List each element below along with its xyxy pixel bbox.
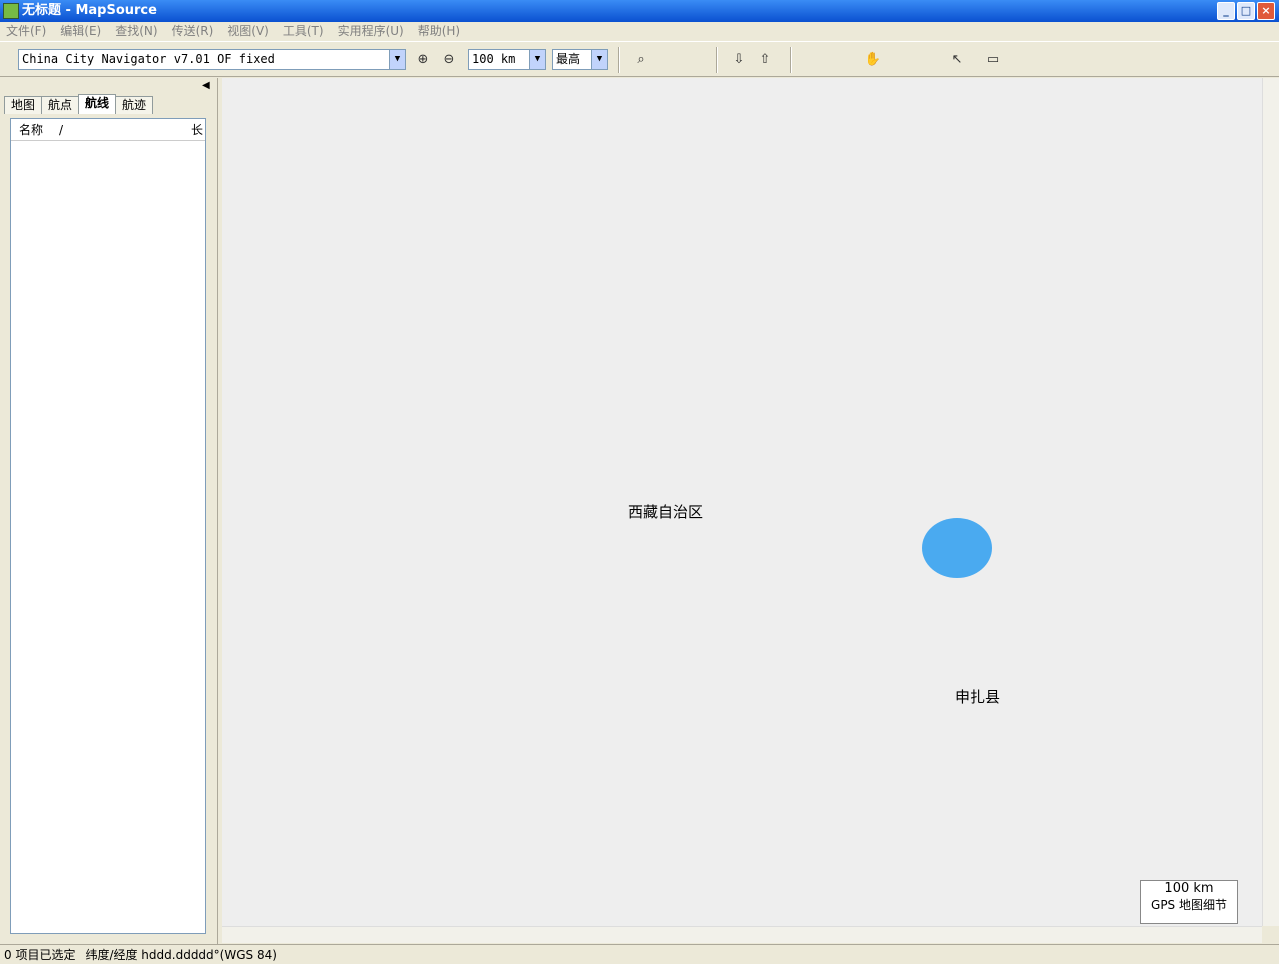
status-coords: 纬度/经度 hddd.ddddd°(WGS 84) — [85, 948, 277, 962]
window-title: 无标题 - MapSource — [22, 3, 157, 18]
close-button[interactable]: × — [1257, 2, 1275, 20]
scale-box: 100 km GPS 地图细节 — [1140, 880, 1238, 924]
column-length[interactable]: 长 — [191, 119, 203, 141]
selection-tool-icon[interactable]: ↖ — [948, 52, 966, 68]
column-name[interactable]: 名称 — [19, 123, 43, 137]
route-list[interactable]: 名称 / 长 — [10, 118, 206, 934]
scale-text: 100 km — [1164, 881, 1214, 896]
left-panel: ◀ 地图 航点 航线 航迹 名称 / 长 MOTOF.net — [0, 78, 218, 944]
zoom-in-icon[interactable]: ⊕ — [414, 52, 432, 68]
detail-value: 最高 — [556, 52, 581, 66]
maximize-button[interactable]: □ — [1237, 2, 1255, 20]
status-selected: 0 项目已选定 — [4, 948, 76, 962]
list-header: 名称 / 长 — [11, 119, 205, 141]
map-label: 西藏自治区 — [628, 503, 704, 521]
map-view[interactable]: 西藏自治区 申扎县 100 km GPS 地图细节 — [222, 78, 1262, 926]
chevron-down-icon: ▼ — [591, 50, 607, 69]
horizontal-scrollbar[interactable] — [222, 926, 1262, 943]
tab-waypoints[interactable]: 航点 — [41, 96, 80, 114]
zoom-value: 100 km — [472, 52, 516, 66]
receive-from-device-icon[interactable]: ⇩ — [730, 52, 748, 68]
map-product-select[interactable]: China City Navigator v7.01 OF fixed ▼ — [18, 49, 406, 70]
hand-tool-icon[interactable]: ✋ — [864, 52, 882, 68]
chevron-down-icon: ▼ — [529, 50, 545, 69]
collapse-panel-icon[interactable]: ◀ — [202, 80, 210, 91]
toolbar-separator — [618, 47, 620, 73]
tab-maps[interactable]: 地图 — [4, 96, 43, 114]
panel-tabs: 地图 航点 航线 航迹 — [4, 94, 154, 114]
menu-file[interactable]: 文件(F) — [6, 22, 46, 41]
menu-find[interactable]: 查找(N) — [115, 22, 157, 41]
send-to-device-icon[interactable]: ⇧ — [756, 52, 774, 68]
app-icon — [3, 3, 19, 19]
vertical-scrollbar[interactable] — [1262, 78, 1279, 926]
minimize-button[interactable]: _ — [1217, 2, 1235, 20]
menu-help[interactable]: 帮助(H) — [418, 22, 460, 41]
map-label: 申扎县 — [955, 688, 1001, 706]
menu-view[interactable]: 视图(V) — [227, 22, 269, 41]
toolbar-separator — [716, 47, 718, 73]
menu-bar: 文件(F) 编辑(E) 查找(N) 传送(R) 视图(V) 工具(T) 实用程序… — [0, 22, 1279, 41]
tab-tracks[interactable]: 航迹 — [115, 96, 154, 114]
menu-tools[interactable]: 工具(T) — [283, 22, 324, 41]
title-bar: 无标题 - MapSource _ □ × — [0, 0, 1279, 22]
zoom-select[interactable]: 100 km ▼ — [468, 49, 546, 70]
menu-transfer[interactable]: 传送(R) — [172, 22, 214, 41]
menu-utilities[interactable]: 实用程序(U) — [338, 22, 404, 41]
map-product-value: China City Navigator v7.01 OF fixed — [22, 52, 275, 66]
map-detail-text: GPS 地图细节 — [1151, 898, 1227, 912]
status-bar: 0 项目已选定 纬度/经度 hddd.ddddd°(WGS 84) — [0, 944, 1279, 964]
zoom-out-icon[interactable]: ⊖ — [440, 52, 458, 68]
measure-tool-icon[interactable]: ▭ — [984, 52, 1002, 68]
chevron-down-icon: ▼ — [389, 50, 405, 69]
toolbar: China City Navigator v7.01 OF fixed ▼ ⊕ … — [0, 41, 1279, 77]
detail-select[interactable]: 最高 ▼ — [552, 49, 608, 70]
menu-edit[interactable]: 编辑(E) — [60, 22, 101, 41]
toolbar-separator — [790, 47, 792, 73]
sort-indicator: / — [59, 123, 64, 137]
find-icon[interactable]: ⌕ — [632, 52, 650, 68]
tab-routes[interactable]: 航线 — [78, 94, 117, 114]
lake — [922, 518, 992, 578]
